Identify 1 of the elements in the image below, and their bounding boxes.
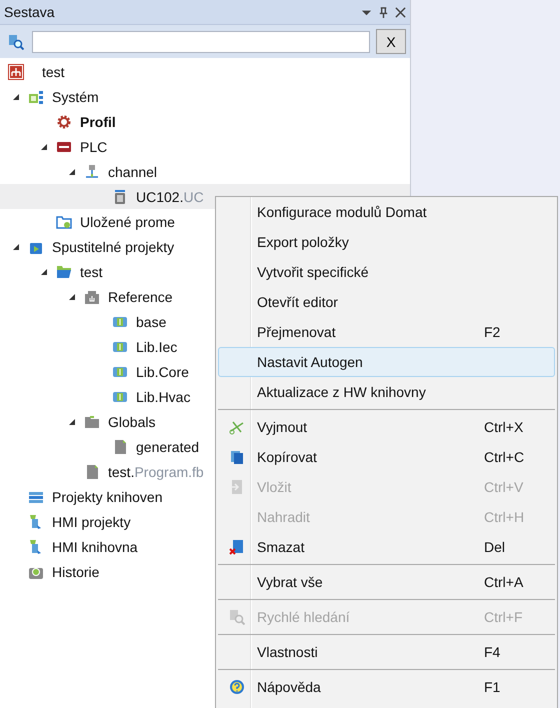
panel-title: Sestava — [4, 4, 56, 20]
